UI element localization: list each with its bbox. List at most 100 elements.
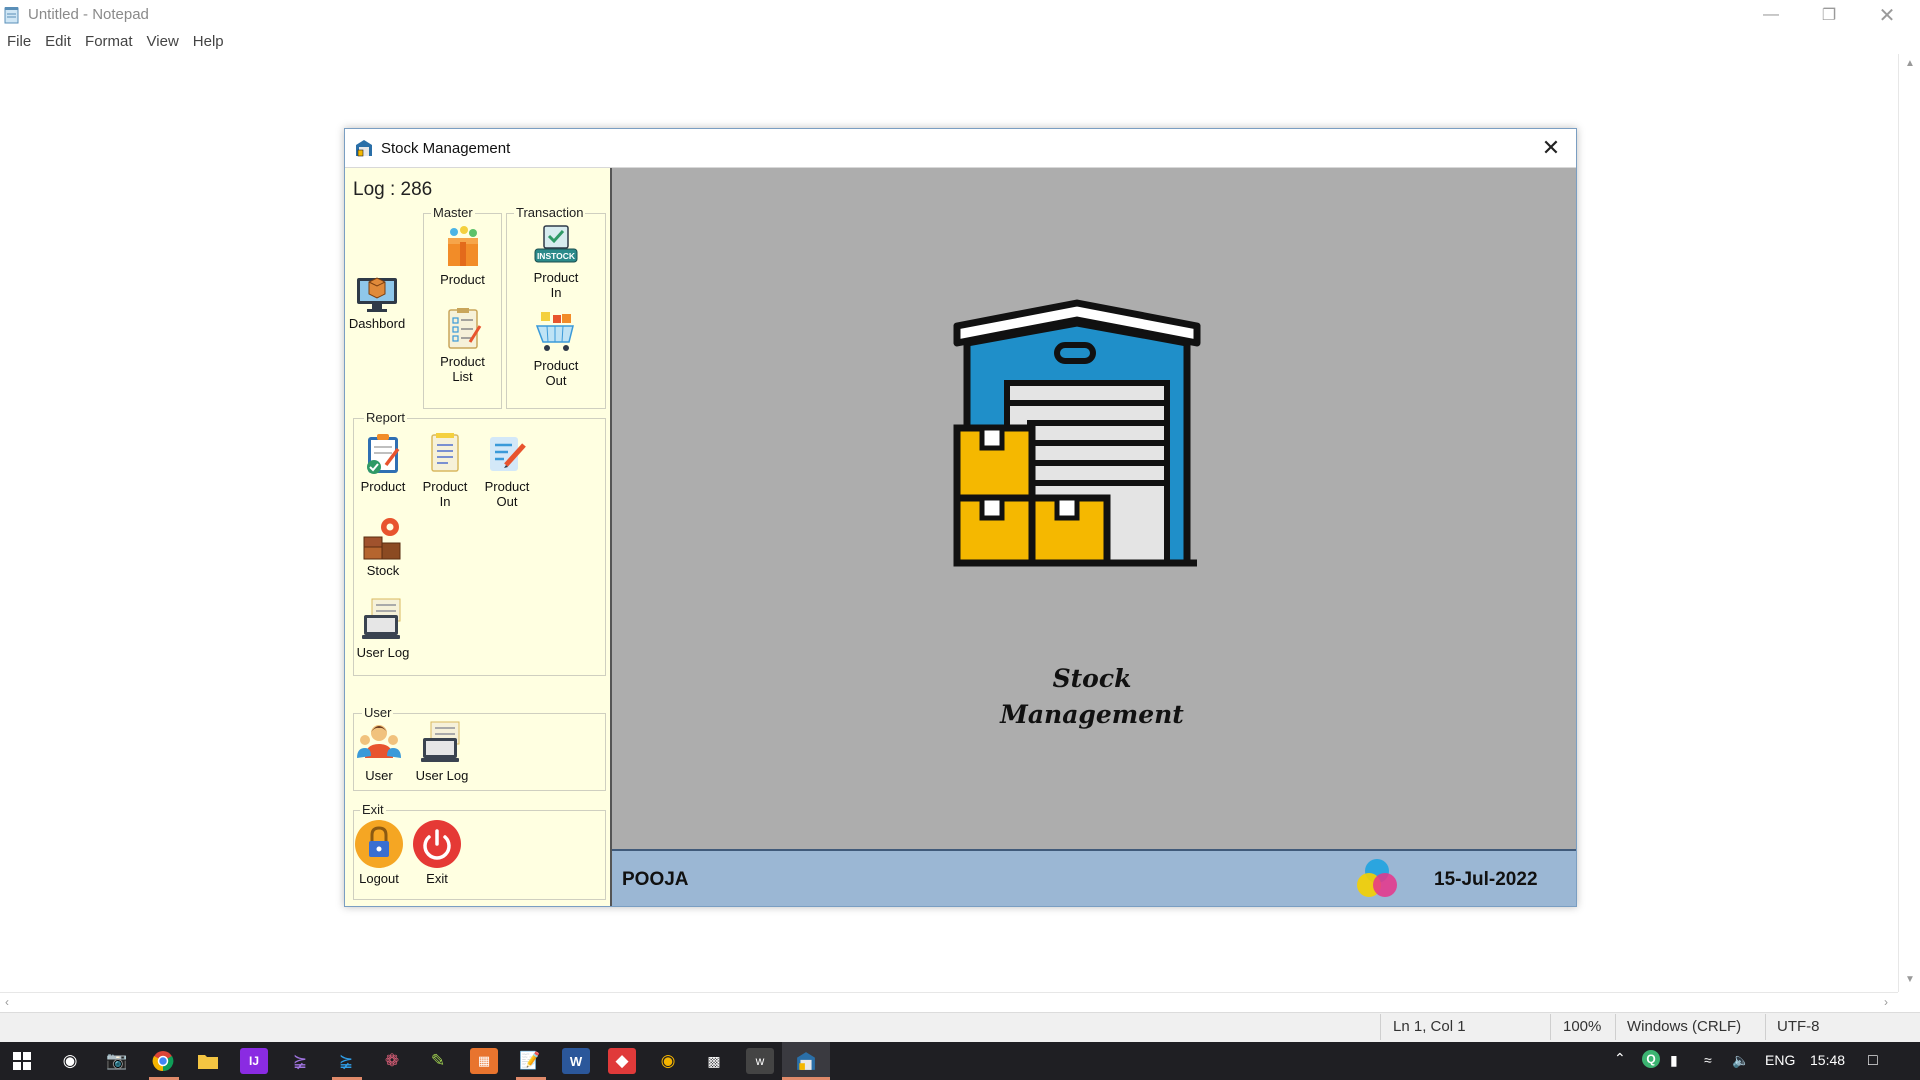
notifications-icon[interactable]: □ bbox=[1868, 1052, 1878, 1070]
report-clipboard-icon bbox=[367, 434, 400, 474]
language-indicator[interactable]: ENG bbox=[1765, 1052, 1795, 1068]
restore-button[interactable]: ❐ bbox=[1800, 0, 1858, 30]
taskbar-sublime-icon[interactable]: ▦ bbox=[470, 1048, 498, 1074]
notepad-title-bar bbox=[0, 0, 1920, 30]
report-product-button[interactable]: Product bbox=[355, 431, 411, 494]
app-close-button[interactable]: ✕ bbox=[1531, 133, 1571, 163]
taskbar-word-icon[interactable]: W bbox=[562, 1048, 590, 1074]
horizontal-scrollbar[interactable]: ‹ › bbox=[0, 992, 1898, 1013]
taskbar-paint-icon[interactable]: ❁ bbox=[378, 1048, 406, 1074]
color-circles-icon bbox=[1357, 859, 1397, 897]
taskbar-notepadpp-icon[interactable]: ✎ bbox=[424, 1048, 452, 1074]
dashboard-button[interactable]: Dashbord bbox=[349, 268, 405, 331]
product-box-icon bbox=[447, 226, 478, 266]
taskbar-chrome-canary-icon[interactable]: ◉ bbox=[654, 1048, 682, 1074]
scroll-right-icon[interactable]: › bbox=[1884, 995, 1888, 1009]
volume-muted-icon[interactable]: 🔈 bbox=[1732, 1052, 1749, 1069]
vertical-scrollbar[interactable]: ▲ ▼ bbox=[1898, 54, 1920, 992]
app-title: Stock Management bbox=[381, 140, 511, 157]
taskbar-active-app[interactable] bbox=[782, 1042, 830, 1080]
status-encoding: UTF-8 bbox=[1777, 1018, 1820, 1035]
report-product-out-button[interactable]: Product Out bbox=[479, 431, 535, 509]
menu-file[interactable]: File bbox=[0, 30, 38, 54]
transaction-product-in-label: Product In bbox=[533, 270, 579, 300]
warehouse-taskbar-icon bbox=[797, 1052, 815, 1070]
scroll-left-icon[interactable]: ‹ bbox=[5, 995, 9, 1009]
taskbar-wamp-icon[interactable]: w bbox=[746, 1048, 774, 1074]
notepad-menu-bar: File Edit Format View Help bbox=[0, 30, 1920, 54]
shopping-cart-icon bbox=[535, 312, 574, 351]
logout-button[interactable]: Logout bbox=[351, 819, 407, 886]
report-product-out-label: Product Out bbox=[484, 479, 530, 509]
stock-boxes-icon bbox=[363, 518, 401, 560]
taskbar-ide-icon[interactable]: IJ bbox=[240, 1048, 268, 1074]
status-divider bbox=[1615, 1014, 1616, 1040]
user-log-icon bbox=[362, 598, 401, 639]
log-count: Log : 286 bbox=[353, 179, 433, 200]
logo-text-line1: Stock bbox=[1052, 664, 1132, 693]
taskbar-camera-icon[interactable]: 📷 bbox=[103, 1048, 131, 1074]
exit-group-title: Exit bbox=[360, 802, 386, 817]
status-divider bbox=[1380, 1014, 1381, 1040]
report-product-label: Product bbox=[360, 479, 406, 494]
master-product-list-label: Product List bbox=[440, 354, 485, 384]
taskbar-chrome-icon[interactable] bbox=[149, 1048, 177, 1074]
menu-edit[interactable]: Edit bbox=[38, 30, 78, 54]
logo-text-line2: Management bbox=[1000, 700, 1184, 729]
status-divider bbox=[1765, 1014, 1766, 1040]
menu-format[interactable]: Format bbox=[78, 30, 140, 54]
taskbar-terminal-icon[interactable]: ▩ bbox=[700, 1048, 728, 1074]
scroll-down-icon[interactable]: ▼ bbox=[1905, 974, 1915, 985]
folder-icon bbox=[198, 1055, 218, 1069]
report-edit-icon bbox=[490, 437, 526, 471]
scroll-up-icon[interactable]: ▲ bbox=[1905, 58, 1915, 69]
transaction-product-in-button[interactable]: INSTOCK Product In bbox=[508, 222, 604, 300]
taskbar-vscode-icon[interactable]: ⪶ bbox=[332, 1048, 360, 1074]
close-button[interactable]: ✕ bbox=[1858, 0, 1916, 30]
current-date: 15-Jul-2022 bbox=[1434, 869, 1538, 890]
wifi-icon[interactable]: ≈ bbox=[1704, 1052, 1712, 1068]
windows-icon bbox=[13, 1052, 31, 1070]
master-product-list-button[interactable]: Product List bbox=[425, 306, 500, 384]
start-button[interactable] bbox=[8, 1048, 36, 1074]
user-button[interactable]: User bbox=[351, 720, 407, 783]
user-label: User bbox=[365, 768, 393, 783]
warehouse-title-icon bbox=[356, 140, 372, 157]
tray-chevron-icon[interactable]: ⌃ bbox=[1614, 1050, 1626, 1067]
logo-text: Stock Management bbox=[942, 661, 1242, 733]
lock-icon bbox=[355, 820, 403, 868]
tray-q-icon[interactable]: Q bbox=[1642, 1050, 1660, 1068]
report-stock-button[interactable]: Stock bbox=[355, 515, 411, 578]
taskbar-obs-icon[interactable]: ◉ bbox=[56, 1048, 84, 1074]
dashboard-label: Dashbord bbox=[348, 316, 406, 331]
master-product-button[interactable]: Product bbox=[425, 224, 500, 287]
report-product-in-button[interactable]: Product In bbox=[417, 431, 473, 509]
report-stock-label: Stock bbox=[366, 563, 400, 578]
user-log-button[interactable]: User Log bbox=[411, 720, 473, 783]
report-document-icon bbox=[431, 433, 459, 472]
status-line-ending: Windows (CRLF) bbox=[1627, 1018, 1742, 1035]
report-user-log-button[interactable]: User Log bbox=[351, 597, 415, 660]
transaction-product-out-button[interactable]: Product Out bbox=[508, 310, 604, 388]
taskbar-explorer-icon[interactable] bbox=[194, 1048, 222, 1074]
main-content-area: Stock Management bbox=[612, 168, 1576, 849]
taskbar-anydesk-icon[interactable]: ◆ bbox=[608, 1048, 636, 1074]
notepad-app-icon bbox=[4, 7, 19, 24]
users-icon bbox=[357, 725, 401, 758]
master-product-label: Product bbox=[440, 272, 485, 287]
clock[interactable]: 15:48 bbox=[1810, 1052, 1845, 1068]
menu-view[interactable]: View bbox=[140, 30, 186, 54]
status-position: Ln 1, Col 1 bbox=[1393, 1018, 1466, 1035]
exit-button[interactable]: Exit bbox=[409, 819, 465, 886]
transaction-group-title: Transaction bbox=[514, 205, 586, 220]
instock-badge-text: INSTOCK bbox=[537, 251, 576, 261]
battery-icon[interactable]: ▮ bbox=[1670, 1052, 1678, 1069]
report-group-title: Report bbox=[364, 410, 408, 425]
logout-label: Logout bbox=[359, 871, 399, 886]
taskbar-visual-studio-icon[interactable]: ⪶ bbox=[286, 1048, 314, 1074]
minimize-button[interactable]: — bbox=[1742, 0, 1800, 30]
user-group-title: User bbox=[362, 705, 394, 720]
menu-help[interactable]: Help bbox=[186, 30, 231, 54]
product-list-icon bbox=[447, 308, 481, 349]
taskbar-notepad-icon[interactable]: 📝 bbox=[516, 1048, 544, 1074]
